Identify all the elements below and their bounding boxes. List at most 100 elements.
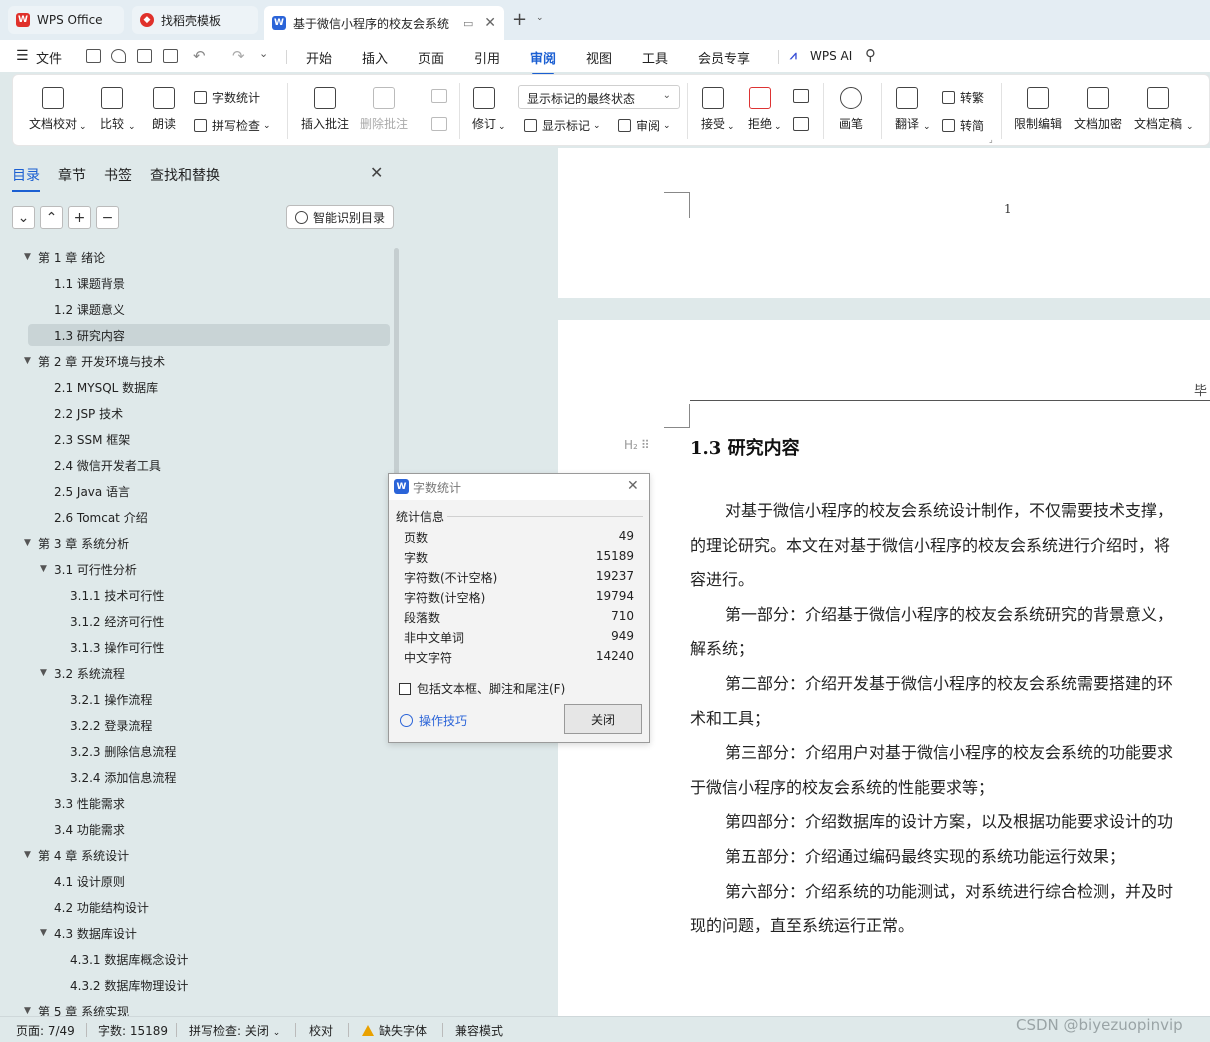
quick-access-more-icon[interactable]: ⌄ — [259, 47, 268, 60]
menu-file[interactable]: 文件 — [36, 48, 62, 67]
print-preview-icon[interactable] — [163, 49, 178, 63]
toc-item[interactable]: 3.1.1 技术可行性 — [0, 584, 392, 606]
menu-review[interactable]: 审阅 — [530, 48, 556, 75]
collapse-all-icon[interactable]: ⌃ — [40, 206, 63, 229]
pen-button[interactable]: 画笔 — [839, 87, 863, 132]
toc-item[interactable]: 3.1.3 操作可行性 — [0, 636, 392, 658]
finalize-button[interactable]: 文档定稿 — [1134, 87, 1182, 132]
nav-tab-chapters[interactable]: 章节 — [58, 165, 86, 185]
toc-item[interactable]: ▼ 3.1 可行性分析 — [0, 558, 392, 580]
chevron-down-icon[interactable]: ⌄ — [1186, 122, 1194, 132]
chevron-down-icon[interactable]: ⌄ — [263, 121, 271, 131]
translate-button[interactable]: 翻译 — [895, 87, 919, 132]
add-heading-icon[interactable]: + — [68, 206, 91, 229]
save-icon[interactable] — [86, 49, 101, 63]
toc-item[interactable]: ▼ 第 3 章 系统分析 — [0, 532, 392, 554]
chevron-down-icon[interactable]: ⌄ — [79, 122, 87, 132]
toc-item[interactable]: 2.1 MYSQL 数据库 — [0, 376, 392, 398]
close-tab-icon[interactable]: ✕ — [476, 15, 496, 31]
next-comment-icon[interactable] — [431, 117, 447, 131]
toc-item[interactable]: 3.2.1 操作流程 — [0, 688, 392, 710]
menu-tools[interactable]: 工具 — [642, 48, 668, 67]
word-count-indicator[interactable]: 字数: 15189 — [98, 1022, 168, 1039]
toc-item[interactable]: 2.4 微信开发者工具 — [0, 454, 392, 476]
toc-item[interactable]: 2.2 JSP 技术 — [0, 402, 392, 424]
dialog-title-bar[interactable]: W 字数统计 — [389, 474, 649, 500]
nav-tab-toc[interactable]: 目录 — [12, 165, 40, 192]
tab-docer-templates[interactable]: ◆ 找稻壳模板 — [132, 6, 258, 34]
heading-level-tag[interactable]: H₂ ⠿ — [624, 438, 651, 452]
toc-item[interactable]: 2.5 Java 语言 — [0, 480, 392, 502]
markup-display-dropdown[interactable]: 显示标记的最终状态 ⌄ — [518, 85, 680, 109]
close-icon[interactable]: ✕ — [370, 163, 383, 182]
toc-item[interactable]: 3.2.2 登录流程 — [0, 714, 392, 736]
new-tab-icon[interactable]: + — [512, 9, 527, 30]
expand-all-icon[interactable]: ⌄ — [12, 206, 35, 229]
reject-button[interactable]: 拒绝 — [748, 87, 772, 132]
chevron-down-icon[interactable]: ⌄ — [128, 122, 136, 132]
expand-arrow-icon[interactable]: ▼ — [24, 252, 31, 262]
toc-item[interactable]: ▼ 第 2 章 开发环境与技术 — [0, 350, 392, 372]
smart-toc-button[interactable]: 智能识别目录 — [286, 205, 395, 229]
spell-check-button[interactable]: 拼写检查 ⌄ — [194, 117, 271, 134]
compare-button[interactable]: 比较 — [100, 87, 124, 132]
search-icon[interactable]: ⚲ — [865, 46, 876, 64]
menu-page[interactable]: 页面 — [418, 48, 444, 67]
document-page[interactable]: 毕 H₂ ⠿ 1.3 研究内容 对基于微信小程序的校友会系统设计制作，不仅需要技术… — [558, 320, 1210, 1016]
menu-member[interactable]: 会员专享 — [698, 48, 750, 67]
missing-font-status[interactable]: 缺失字体 — [362, 1022, 427, 1039]
menu-view[interactable]: 视图 — [586, 48, 612, 67]
remove-heading-icon[interactable]: − — [96, 206, 119, 229]
show-markup-button[interactable]: 显示标记 ⌄ — [524, 117, 601, 134]
next-change-icon[interactable] — [793, 117, 809, 131]
undo-icon[interactable]: ↶ — [193, 47, 206, 65]
page-indicator[interactable]: 页面: 7/49 — [16, 1022, 75, 1039]
share-icon[interactable] — [111, 49, 126, 63]
toc-item[interactable]: 3.2.4 添加信息流程 — [0, 766, 392, 788]
toc-item[interactable]: 3.2.3 删除信息流程 — [0, 740, 392, 762]
menu-reference[interactable]: 引用 — [474, 48, 500, 67]
expand-group-icon[interactable]: ⌟ — [989, 135, 993, 144]
toc-item[interactable]: 4.1 设计原则 — [0, 870, 392, 892]
nav-tab-bookmarks[interactable]: 书签 — [104, 165, 132, 185]
expand-arrow-icon[interactable]: ▼ — [40, 564, 47, 574]
drag-handle-icon[interactable]: ⠿ — [641, 438, 651, 452]
toc-item[interactable]: ▼ 3.2 系统流程 — [0, 662, 392, 684]
expand-arrow-icon[interactable]: ▼ — [40, 928, 47, 938]
close-button[interactable]: 关闭 — [564, 704, 642, 734]
include-textbox-checkbox[interactable]: 包括文本框、脚注和尾注(F) — [399, 680, 565, 697]
menu-wps-ai[interactable]: WPS AI — [810, 49, 852, 63]
track-changes-button[interactable]: 修订 — [472, 87, 496, 132]
menu-start[interactable]: 开始 — [306, 48, 332, 67]
insert-comment-button[interactable]: 插入批注 — [301, 87, 349, 132]
expand-arrow-icon[interactable]: ▼ — [24, 1006, 31, 1016]
toc-item[interactable]: ▼ 第 4 章 系统设计 — [0, 844, 392, 866]
delete-comment-button[interactable]: 删除批注 — [360, 87, 408, 132]
toc-item[interactable]: 1.2 课题意义 — [0, 298, 392, 320]
toc-item[interactable]: ▼ 第 1 章 绪论 — [0, 246, 392, 268]
previous-change-icon[interactable] — [793, 89, 809, 103]
expand-arrow-icon[interactable]: ▼ — [24, 356, 31, 366]
checkbox-box[interactable] — [399, 682, 411, 695]
restrict-edit-button[interactable]: 限制编辑 — [1014, 87, 1062, 132]
toc-item[interactable]: 1.1 课题背景 — [0, 272, 392, 294]
toc-item[interactable]: 3.3 性能需求 — [0, 792, 392, 814]
toc-item[interactable]: 4.2 功能结构设计 — [0, 896, 392, 918]
accept-button[interactable]: 接受 — [701, 87, 725, 132]
print-icon[interactable] — [137, 49, 152, 63]
previous-comment-icon[interactable] — [431, 89, 447, 103]
proof-status[interactable]: 校对 — [309, 1022, 333, 1039]
toc-scrollbar[interactable] — [394, 248, 399, 488]
to-simplified-button[interactable]: 转简 — [942, 117, 984, 134]
toc-item[interactable]: 3.1.2 经济可行性 — [0, 610, 392, 632]
chevron-down-icon[interactable]: ⌄ — [774, 122, 782, 132]
review-pane-button[interactable]: 审阅 ⌄ — [618, 117, 671, 134]
tab-document[interactable]: W 基于微信小程序的校友会系统 ▭ ✕ — [264, 6, 504, 40]
toc-item[interactable]: 3.4 功能需求 — [0, 818, 392, 840]
close-icon[interactable]: ✕ — [627, 478, 639, 494]
spell-check-status[interactable]: 拼写检查: 关闭 ⌄ — [189, 1022, 280, 1039]
tips-link[interactable]: 操作技巧 — [400, 712, 467, 729]
toc-item[interactable]: 1.3 研究内容 — [28, 324, 390, 346]
redo-icon[interactable]: ↷ — [232, 47, 245, 65]
nav-tab-find-replace[interactable]: 查找和替换 — [150, 165, 220, 185]
